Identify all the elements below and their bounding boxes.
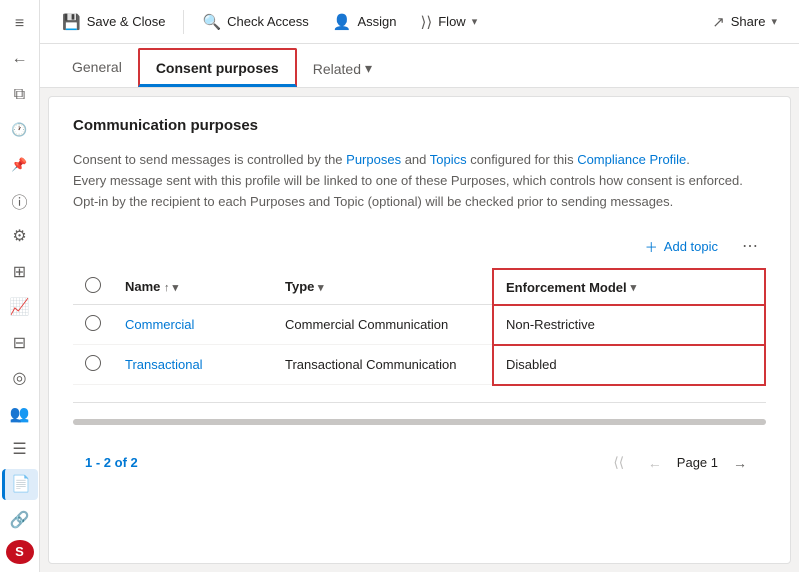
plus-icon: ＋ xyxy=(645,237,658,256)
pagination: 1 - 2 of 2 ⟨⟨ ← Page 1 → xyxy=(73,437,766,477)
row1-radio[interactable] xyxy=(85,315,101,331)
row1-enforcement-cell: Non-Restrictive xyxy=(493,305,765,345)
tab-general[interactable]: General xyxy=(56,49,138,87)
data-table: Name ↑ ▾ Type ▾ Enforcement Model ▾ xyxy=(73,268,766,386)
sidebar: ≡ ← ⧉ 🕐 📌 ⓘ ⚙ ⊞ 📈 ⊟ ◎ 👥 ☰ 📄 🔗 S xyxy=(0,0,40,572)
next-page-button[interactable]: → xyxy=(726,449,754,477)
table-bottom-rule xyxy=(73,402,766,403)
name-sort-icon: ↑ ▾ xyxy=(164,282,178,294)
row2-name-cell: Transactional xyxy=(113,345,273,385)
circle-icon[interactable]: ◎ xyxy=(2,362,38,393)
table-row: Transactional Transactional Communicatio… xyxy=(73,345,765,385)
grid-icon[interactable]: ⊟ xyxy=(2,327,38,358)
add-topic-bar: ＋ Add topic ⋯ xyxy=(73,232,766,260)
enforcement-dropdown-icon: ▾ xyxy=(631,281,637,294)
section-title: Communication purposes xyxy=(73,117,766,134)
flow-icon: ⟩⟩ xyxy=(421,13,433,31)
check-access-button[interactable]: 🔍 Check Access xyxy=(192,7,318,37)
related-dropdown-icon: ▾ xyxy=(365,60,372,77)
clock-icon[interactable]: 🕐 xyxy=(2,114,38,145)
row2-radio[interactable] xyxy=(85,355,101,371)
chart-icon[interactable]: ⊞ xyxy=(2,256,38,287)
page-label: Page 1 xyxy=(677,455,718,470)
gear-icon[interactable]: ⚙ xyxy=(2,221,38,252)
col-radio-header xyxy=(73,269,113,305)
user-avatar[interactable]: S xyxy=(6,540,34,564)
purposes-link[interactable]: Purposes xyxy=(346,152,401,167)
topics-link[interactable]: Topics xyxy=(430,152,467,167)
info-text: Consent to send messages is controlled b… xyxy=(73,150,766,212)
share-dropdown-icon: ▾ xyxy=(771,15,777,28)
content-area: Communication purposes Consent to send m… xyxy=(48,96,791,564)
main-content: 💾 Save & Close 🔍 Check Access 👤 Assign ⟩… xyxy=(40,0,799,572)
add-topic-button[interactable]: ＋ Add topic xyxy=(637,233,726,260)
first-page-button[interactable]: ⟨⟨ xyxy=(605,449,633,477)
tab-consent-purposes[interactable]: Consent purposes xyxy=(138,48,297,87)
tab-navigation: General Consent purposes Related ▾ xyxy=(40,44,799,88)
share-icon: ↗ xyxy=(712,13,725,31)
col-enforcement-header[interactable]: Enforcement Model ▾ xyxy=(493,269,765,305)
assign-icon: 👤 xyxy=(333,13,352,31)
separator-1 xyxy=(183,10,184,34)
document-icon[interactable]: 📄 xyxy=(2,469,38,500)
more-options-button[interactable]: ⋯ xyxy=(734,232,766,260)
hamburger-icon[interactable]: ≡ xyxy=(2,8,38,39)
row1-type-cell: Commercial Communication xyxy=(273,305,493,345)
row2-enforcement-cell: Disabled xyxy=(493,345,765,385)
restore-icon[interactable]: ⧉ xyxy=(2,79,38,110)
pagination-range: 1 - 2 of 2 xyxy=(85,455,138,470)
flow-dropdown-icon: ▾ xyxy=(472,15,478,28)
list-icon[interactable]: ☰ xyxy=(2,433,38,464)
toolbar: 💾 Save & Close 🔍 Check Access 👤 Assign ⟩… xyxy=(40,0,799,44)
row2-type-cell: Transactional Communication xyxy=(273,345,493,385)
link-icon[interactable]: 🔗 xyxy=(2,504,38,535)
row1-radio-cell xyxy=(73,305,113,345)
row2-name-link[interactable]: Transactional xyxy=(125,357,203,372)
col-type-header[interactable]: Type ▾ xyxy=(273,269,493,305)
table-row: Commercial Commercial Communication Non-… xyxy=(73,305,765,345)
type-dropdown-icon: ▾ xyxy=(318,282,324,294)
row1-name-link[interactable]: Commercial xyxy=(125,317,194,332)
row2-radio-cell xyxy=(73,345,113,385)
check-access-icon: 🔍 xyxy=(202,13,221,31)
pagination-controls: ⟨⟨ ← Page 1 → xyxy=(605,449,754,477)
back-icon[interactable]: ← xyxy=(2,43,38,74)
pin-icon[interactable]: 📌 xyxy=(2,150,38,181)
save-close-button[interactable]: 💾 Save & Close xyxy=(52,7,175,37)
prev-page-button[interactable]: ← xyxy=(641,449,669,477)
pagination-count: 1 - 2 of 2 xyxy=(85,455,138,470)
share-button[interactable]: ↗ Share ▾ xyxy=(702,7,787,37)
tab-related[interactable]: Related ▾ xyxy=(297,50,388,87)
assign-button[interactable]: 👤 Assign xyxy=(323,7,407,37)
info-icon[interactable]: ⓘ xyxy=(2,185,38,216)
compliance-profile-link[interactable]: Compliance Profile xyxy=(577,152,686,167)
flow-button[interactable]: ⟩⟩ Flow ▾ xyxy=(411,7,488,37)
row1-name-cell: Commercial xyxy=(113,305,273,345)
col-name-header[interactable]: Name ↑ ▾ xyxy=(113,269,273,305)
line-chart-icon[interactable]: 📈 xyxy=(2,292,38,323)
people-icon[interactable]: 👥 xyxy=(2,398,38,429)
save-icon: 💾 xyxy=(62,13,81,31)
header-radio[interactable] xyxy=(85,277,101,293)
